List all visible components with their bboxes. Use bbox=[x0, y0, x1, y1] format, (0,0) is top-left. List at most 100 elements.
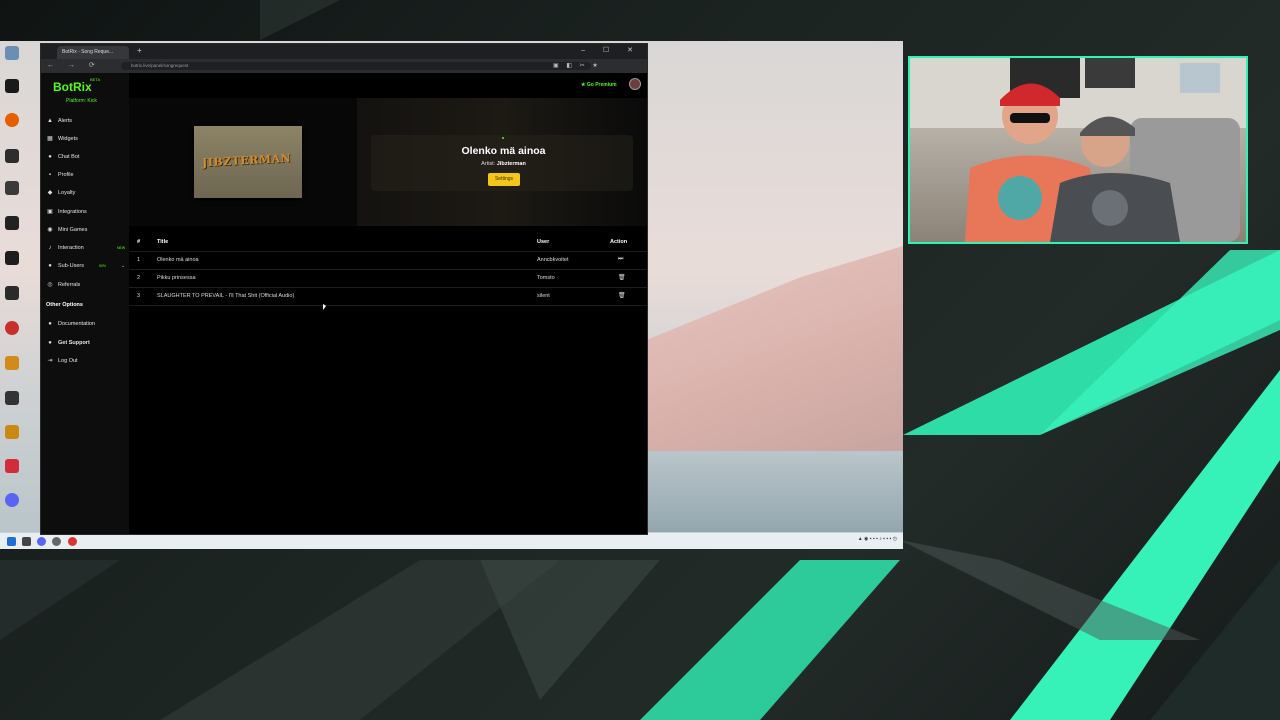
loyalty-icon: ◆ bbox=[47, 190, 53, 196]
integrations-icon: ▣ bbox=[47, 209, 53, 215]
sidebar: BotRix BETA Platform: Kick ▲ Alerts ▦ Widg… bbox=[41, 73, 129, 534]
chevron-down-icon[interactable]: ⌄ bbox=[121, 263, 125, 269]
status-dot bbox=[502, 137, 504, 139]
nav-buttons[interactable]: ← → ⟳ bbox=[47, 61, 101, 69]
new-badge: NEW bbox=[117, 246, 126, 250]
sidebar-item-documentation[interactable]: ● Documentation bbox=[47, 321, 95, 327]
app-icon[interactable] bbox=[5, 181, 19, 195]
sidebar-item-label: Widgets bbox=[58, 136, 78, 142]
cover-text: JIBZTERMAN bbox=[201, 151, 292, 170]
desktop-icons bbox=[0, 41, 40, 531]
docs-icon: ● bbox=[48, 321, 52, 327]
wallpaper-dune bbox=[645, 246, 903, 456]
header-title: Title bbox=[157, 239, 169, 245]
sidebar-item-label: Integrations bbox=[58, 209, 87, 215]
discord-icon[interactable] bbox=[5, 493, 19, 507]
app-icon[interactable] bbox=[5, 391, 19, 405]
table-row: 3 SLAUGHTER TO PREVAIL - I'll That Shit … bbox=[129, 287, 647, 306]
artist-line: Artist: Jibzterman bbox=[431, 161, 576, 167]
row-title: Pikku prinsessa bbox=[157, 275, 196, 281]
header-user: User bbox=[537, 239, 550, 245]
app-icon[interactable] bbox=[5, 79, 19, 93]
recycle-bin-icon[interactable] bbox=[5, 46, 19, 60]
row-num: 3 bbox=[137, 293, 141, 299]
row-user: silent bbox=[537, 293, 550, 299]
row-user: Anncbkvoitet bbox=[537, 257, 569, 263]
sidebar-item-label: Log Out bbox=[58, 358, 78, 364]
webcam-overlay bbox=[908, 56, 1248, 244]
firefox-icon[interactable] bbox=[5, 113, 19, 127]
row-user: Tomsto bbox=[537, 275, 555, 281]
browser-taskbar-icon[interactable] bbox=[68, 537, 77, 546]
sidebar-item-label: Sub-Users bbox=[58, 263, 84, 269]
browser-tabstrip: BotRix - Song Reque... + – ☐ ✕ bbox=[41, 44, 647, 59]
address-bar[interactable]: botrix.live/panel/songrequest bbox=[121, 62, 591, 70]
row-title: Olenko mä ainoa bbox=[157, 257, 199, 263]
app-icon[interactable] bbox=[5, 356, 19, 370]
botrix-app: BotRix BETA Platform: Kick ▲ Alerts ▦ Widg… bbox=[41, 73, 647, 534]
row-title: SLAUGHTER TO PREVAIL - I'll That Shit (O… bbox=[157, 293, 295, 299]
artist-name: Jibzterman bbox=[496, 161, 526, 167]
avatar[interactable] bbox=[629, 78, 641, 90]
row-num: 1 bbox=[137, 257, 141, 263]
chat-icon: ● bbox=[48, 154, 52, 160]
skip-icon[interactable]: ⏭ bbox=[618, 256, 623, 263]
table-header: # Title User Action bbox=[129, 233, 647, 252]
sidebar-item-label: Alerts bbox=[58, 118, 73, 124]
sidebar-item-label: Referrals bbox=[58, 282, 81, 288]
referrals-icon: ◎ bbox=[47, 282, 53, 288]
sidebar-item-interaction[interactable]: ♪ Interaction bbox=[47, 245, 84, 251]
mouse-cursor bbox=[323, 304, 326, 310]
sidebar-item-referrals[interactable]: ◎ Referrals bbox=[47, 282, 80, 288]
row-num: 2 bbox=[137, 275, 141, 281]
sidebar-item-profile[interactable]: ▪ Profile bbox=[47, 172, 74, 178]
sidebar-item-integrations[interactable]: ▣ Integrations bbox=[47, 209, 87, 215]
sidebar-item-sub-users[interactable]: ● Sub-Users bbox=[47, 263, 84, 269]
sidebar-item-alerts[interactable]: ▲ Alerts bbox=[47, 118, 72, 124]
tab-botrix[interactable]: BotRix - Song Reque... bbox=[57, 46, 129, 59]
sidebar-item-label: Get Support bbox=[58, 340, 90, 346]
sidebar-item-label: Interaction bbox=[58, 245, 84, 251]
trash-icon[interactable]: 🗑 bbox=[618, 292, 626, 299]
app-icon[interactable] bbox=[5, 286, 19, 300]
browser-window: BotRix - Song Reque... + – ☐ ✕ ← → ⟳ bot… bbox=[40, 43, 648, 535]
app-icon[interactable] bbox=[5, 251, 19, 265]
trash-icon[interactable]: 🗑 bbox=[618, 274, 626, 281]
taskview-icon[interactable] bbox=[22, 537, 31, 546]
new-tab-button[interactable]: + bbox=[137, 46, 142, 55]
support-icon: ● bbox=[48, 340, 52, 346]
app-icon[interactable] bbox=[5, 459, 19, 473]
table-row: 1 Olenko mä ainoa Anncbkvoitet ⏭ bbox=[129, 251, 647, 270]
app-icon[interactable] bbox=[5, 216, 19, 230]
artist-label: Artist: bbox=[481, 161, 496, 167]
go-premium-link[interactable]: ★ Go Premium bbox=[581, 82, 617, 88]
start-icon[interactable] bbox=[7, 537, 16, 546]
widgets-icon: ▦ bbox=[47, 136, 53, 142]
sidebar-item-get-support[interactable]: ● Get Support bbox=[47, 340, 90, 346]
app-icon[interactable] bbox=[5, 321, 19, 335]
header-action: Action bbox=[610, 239, 628, 245]
header-num: # bbox=[137, 239, 141, 245]
sidebar-item-widgets[interactable]: ▦ Widgets bbox=[47, 136, 78, 142]
music-icon: ♪ bbox=[48, 245, 52, 251]
extension-icons[interactable]: ▣ ◧ ✂ ★ bbox=[553, 62, 601, 69]
app-icon[interactable] bbox=[5, 425, 19, 439]
sidebar-item-mini-games[interactable]: ◉ Mini Games bbox=[47, 227, 87, 233]
sidebar-item-label: Documentation bbox=[58, 321, 95, 327]
album-cover: JIBZTERMAN bbox=[194, 126, 302, 198]
platform-indicator: Platform: Kick bbox=[66, 98, 97, 104]
sidebar-item-chat-bot[interactable]: ● Chat Bot bbox=[47, 154, 79, 160]
users-icon: ● bbox=[48, 263, 52, 269]
app-icon[interactable] bbox=[5, 149, 19, 163]
profile-icon: ▪ bbox=[48, 172, 52, 178]
window-controls[interactable]: – ☐ ✕ bbox=[581, 46, 641, 54]
sidebar-item-log-out[interactable]: ⇥ Log Out bbox=[47, 358, 78, 364]
games-icon: ◉ bbox=[47, 227, 53, 233]
discord-taskbar-icon[interactable] bbox=[37, 537, 46, 546]
settings-button[interactable]: Settings bbox=[488, 173, 520, 186]
sidebar-item-loyalty[interactable]: ◆ Loyalty bbox=[47, 190, 76, 196]
app-taskbar-icon[interactable] bbox=[52, 537, 61, 546]
botrix-logo[interactable]: BotRix bbox=[53, 80, 92, 94]
sidebar-item-label: Chat Bot bbox=[58, 154, 80, 160]
sidebar-item-label: Profile bbox=[58, 172, 74, 178]
